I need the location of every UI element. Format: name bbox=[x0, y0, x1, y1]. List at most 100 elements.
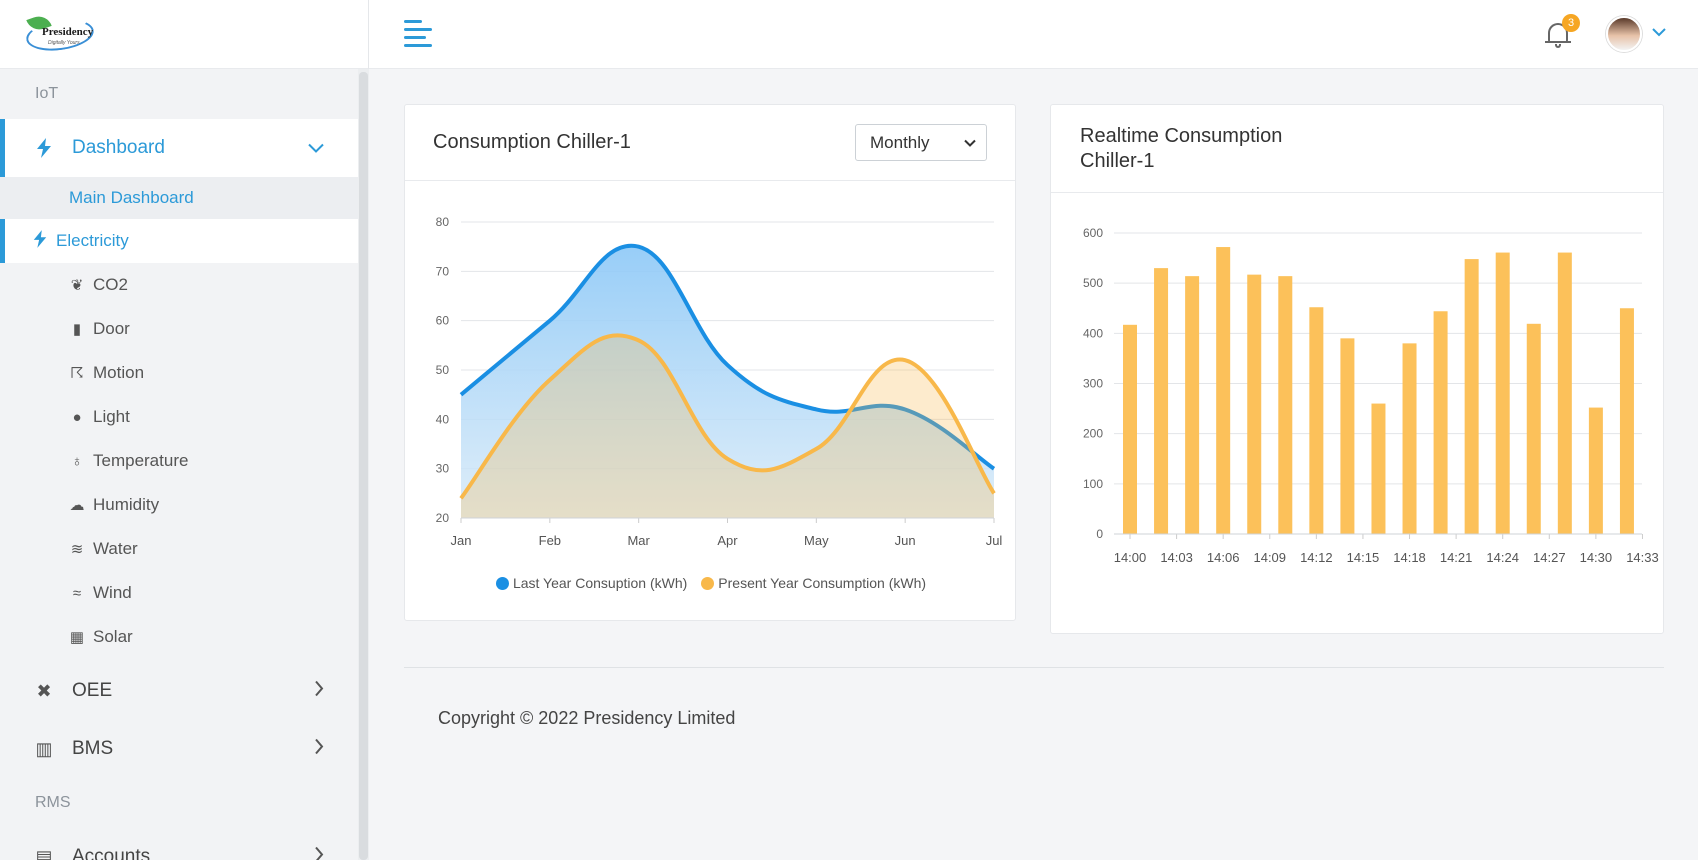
sidebar-item-oee[interactable]: ✖ OEE bbox=[0, 662, 358, 720]
bar bbox=[1154, 268, 1169, 534]
x-tick-label: Jun bbox=[895, 533, 916, 548]
accounts-icon: ▤ bbox=[35, 846, 53, 860]
chevron-right-icon bbox=[314, 846, 324, 860]
bar bbox=[1526, 323, 1541, 534]
section-label-iot: IoT bbox=[35, 85, 59, 102]
sidebar-item-label: Electricity bbox=[56, 231, 129, 250]
sidebar-item-dashboard[interactable]: Dashboard bbox=[0, 119, 358, 177]
bar bbox=[1247, 274, 1262, 534]
x-tick-label: 14:12 bbox=[1300, 550, 1333, 565]
footer-divider bbox=[404, 667, 1664, 668]
y-tick-label: 70 bbox=[436, 264, 450, 278]
sidebar-item-solar[interactable]: ▦ Solar bbox=[0, 615, 358, 659]
chevron-right-icon bbox=[314, 738, 324, 760]
door-icon: ▮ bbox=[72, 321, 82, 338]
bar bbox=[1216, 247, 1231, 534]
bar bbox=[1402, 343, 1417, 534]
brand-bar: Presidency Digitally Yours bbox=[0, 0, 368, 69]
bar bbox=[1371, 403, 1386, 534]
solar-icon: ▦ bbox=[69, 629, 85, 646]
sidebar-item-label: Door bbox=[93, 319, 130, 338]
bar bbox=[1588, 407, 1603, 534]
y-tick-label: 100 bbox=[1083, 477, 1103, 491]
sidebar: Presidency Digitally Yours IoT Dashboard… bbox=[0, 0, 369, 860]
bar bbox=[1340, 338, 1355, 534]
top-header: 3 bbox=[369, 0, 1698, 69]
sidebar-item-water[interactable]: ≋ Water bbox=[0, 527, 358, 571]
sidebar-item-motion[interactable]: ☈ Motion bbox=[0, 351, 358, 395]
y-tick-label: 20 bbox=[436, 511, 450, 525]
wind-icon: ≈ bbox=[72, 584, 82, 602]
sidebar-item-label: Wind bbox=[93, 583, 132, 602]
sidebar-item-wind[interactable]: ≈ Wind bbox=[0, 571, 358, 615]
sidebar-item-label: Humidity bbox=[93, 495, 160, 514]
x-tick-label: 14:15 bbox=[1347, 550, 1380, 565]
sidebar-item-accounts[interactable]: ▤ Accounts bbox=[0, 828, 358, 860]
y-tick-label: 0 bbox=[1096, 527, 1103, 541]
sidebar-item-humidity[interactable]: ☁ Humidity bbox=[0, 483, 358, 527]
realtime-card: Realtime Consumption Chiller-1 0 100 200 30… bbox=[1050, 104, 1664, 634]
bar bbox=[1619, 308, 1634, 534]
x-tick-label: May bbox=[804, 533, 829, 548]
light-icon: ● bbox=[72, 408, 82, 426]
legend-item[interactable]: Present Year Consumption (kWh) bbox=[701, 575, 926, 591]
x-tick-label: 14:27 bbox=[1533, 550, 1566, 565]
x-tick-label: Feb bbox=[539, 533, 561, 548]
card-header: Realtime Consumption Chiller-1 bbox=[1051, 105, 1663, 193]
x-tick-label: 14:06 bbox=[1207, 550, 1240, 565]
sidebar-item-label: Light bbox=[93, 407, 130, 426]
y-tick-label: 200 bbox=[1083, 427, 1103, 441]
bar bbox=[1557, 252, 1572, 534]
menu-toggle-icon[interactable] bbox=[404, 20, 432, 48]
sidebar-item-door[interactable]: ▮ Door bbox=[0, 307, 358, 351]
card-title: Realtime Consumption Chiller-1 bbox=[1080, 124, 1282, 174]
sidebar-item-bms[interactable]: ▥ BMS bbox=[0, 720, 358, 778]
period-select[interactable]: Monthly bbox=[855, 124, 987, 161]
sidebar-item-label: Motion bbox=[93, 363, 145, 382]
water-icon: ≋ bbox=[70, 541, 84, 558]
logo-tagline: Digitally Yours bbox=[48, 40, 80, 46]
sidebar-item-label: CO2 bbox=[93, 275, 128, 294]
y-tick-label: 400 bbox=[1083, 326, 1103, 340]
legend-swatch bbox=[701, 576, 715, 590]
sidebar-item-light[interactable]: ● Light bbox=[0, 395, 358, 439]
y-tick-label: 500 bbox=[1083, 276, 1103, 290]
sidebar-item-label: Temperature bbox=[93, 451, 189, 470]
legend-item[interactable]: Last Year Consuption (kWh) bbox=[495, 575, 688, 591]
consumption-area-chart: 20 30 40 50 60 70 80 Jan Feb Mar Apr May Jun Jul bbox=[436, 215, 1003, 548]
sidebar-item-electricity[interactable]: Electricity bbox=[0, 219, 358, 263]
y-tick-label: 600 bbox=[1083, 226, 1103, 240]
card-title-line: Chiller-1 bbox=[1080, 150, 1155, 172]
humidity-icon: ☁ bbox=[69, 497, 85, 514]
legend-label: Last Year Consuption (kWh) bbox=[512, 575, 688, 591]
chart-legend: Last Year Consuption (kWh) Present Year … bbox=[405, 575, 1017, 591]
card-title: Consumption Chiller-1 bbox=[433, 131, 631, 153]
x-tick-label: 14:03 bbox=[1160, 550, 1193, 565]
y-tick-label: 300 bbox=[1083, 377, 1103, 391]
chevron-right-icon bbox=[314, 680, 324, 702]
sidebar-scrollbar-thumb[interactable] bbox=[359, 72, 368, 860]
bolt-icon bbox=[32, 229, 48, 253]
chevron-down-icon[interactable] bbox=[1652, 24, 1666, 42]
sidebar-item-co2[interactable]: ❦ CO2 bbox=[0, 263, 358, 307]
x-tick-label: 14:00 bbox=[1114, 550, 1147, 565]
y-tick-label: 80 bbox=[436, 215, 450, 229]
card-title-line: Realtime Consumption bbox=[1080, 125, 1283, 147]
logo-wordmark: Presidency bbox=[42, 26, 94, 38]
co2-icon: ❦ bbox=[70, 277, 84, 294]
x-tick-label: 14:21 bbox=[1440, 550, 1473, 565]
footer-copyright: Copyright © 2022 Presidency Limited bbox=[438, 708, 736, 728]
sidebar-item-label: Accounts bbox=[72, 846, 151, 860]
section-label-rms: RMS bbox=[35, 794, 71, 811]
bar bbox=[1464, 259, 1479, 534]
sidebar-item-main-dashboard[interactable]: Main Dashboard bbox=[0, 177, 358, 219]
brand-logo[interactable]: Presidency Digitally Yours bbox=[24, 12, 96, 55]
sidebar-item-temperature[interactable]: ♁ Temperature bbox=[0, 439, 358, 483]
realtime-bar-chart: 0 100 200 300 400 500 600 14:00 14:03 14:06 14:09 1… bbox=[1083, 226, 1659, 565]
motion-icon: ☈ bbox=[70, 365, 84, 382]
y-tick-label: 30 bbox=[436, 462, 450, 476]
avatar[interactable] bbox=[1606, 16, 1642, 52]
x-tick-label: Mar bbox=[627, 533, 650, 548]
bar bbox=[1309, 307, 1324, 534]
bar bbox=[1185, 276, 1200, 534]
